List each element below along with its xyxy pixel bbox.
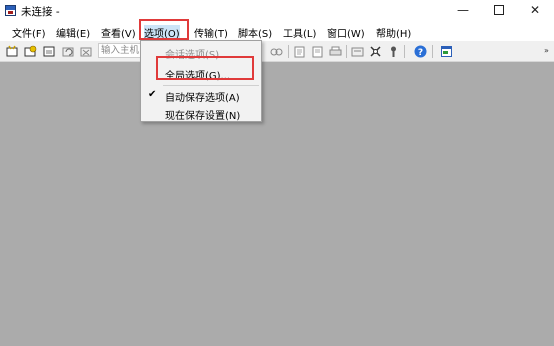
- window-title: 未连接 -: [21, 6, 60, 18]
- session-tab-icon[interactable]: [43, 45, 56, 58]
- menu-tools[interactable]: 工具(L): [283, 25, 316, 40]
- menu-window[interactable]: 窗口(W): [327, 25, 365, 40]
- toolbar-separator: [288, 45, 289, 58]
- print-icon[interactable]: [293, 45, 306, 58]
- menu-help[interactable]: 帮助(H): [376, 25, 411, 40]
- close-button[interactable]: ✕: [517, 0, 553, 22]
- minimize-icon: —: [457, 3, 469, 17]
- app-window-icon[interactable]: [440, 45, 453, 58]
- highlight-box-options-menu: [139, 19, 189, 40]
- toolbar-separator: [346, 45, 347, 58]
- keygen-icon[interactable]: [387, 45, 400, 58]
- connect-icon[interactable]: [6, 45, 19, 58]
- key-map-icon[interactable]: [369, 45, 382, 58]
- quick-connect-icon[interactable]: [24, 45, 37, 58]
- workspace-area: [0, 62, 554, 346]
- menu-view[interactable]: 查看(V): [101, 25, 136, 40]
- find-icon[interactable]: [270, 45, 283, 58]
- close-icon: ✕: [529, 3, 541, 17]
- menu-file[interactable]: 文件(F): [12, 25, 46, 40]
- menu-transfer[interactable]: 传输(T): [194, 25, 228, 40]
- menu-script[interactable]: 脚本(S): [238, 25, 272, 40]
- host-input[interactable]: 输入主机: [98, 43, 146, 58]
- toolbar-separator: [432, 45, 433, 58]
- maximize-icon: [494, 4, 504, 15]
- reconnect-icon[interactable]: [62, 45, 75, 58]
- sftp-icon[interactable]: [351, 45, 364, 58]
- print-setup-icon[interactable]: [311, 45, 324, 58]
- menu-edit[interactable]: 编辑(E): [56, 25, 90, 40]
- disconnect-icon[interactable]: [80, 45, 93, 58]
- menu-bar: 文件(F) 编辑(E) 查看(V) 选项(O) 传输(T) 脚本(S) 工具(L…: [0, 22, 554, 41]
- help-icon[interactable]: ?: [414, 45, 427, 58]
- printer-icon[interactable]: [329, 45, 342, 58]
- toolbar: 输入主机 ? »: [0, 41, 554, 62]
- toolbar-overflow-icon[interactable]: »: [544, 46, 549, 55]
- toolbar-separator: [404, 45, 405, 58]
- app-icon: [5, 5, 16, 16]
- svg-text:?: ?: [418, 48, 423, 58]
- maximize-button[interactable]: [481, 0, 517, 22]
- title-bar: 未连接 - — ✕: [0, 0, 554, 22]
- minimize-button[interactable]: —: [445, 0, 481, 22]
